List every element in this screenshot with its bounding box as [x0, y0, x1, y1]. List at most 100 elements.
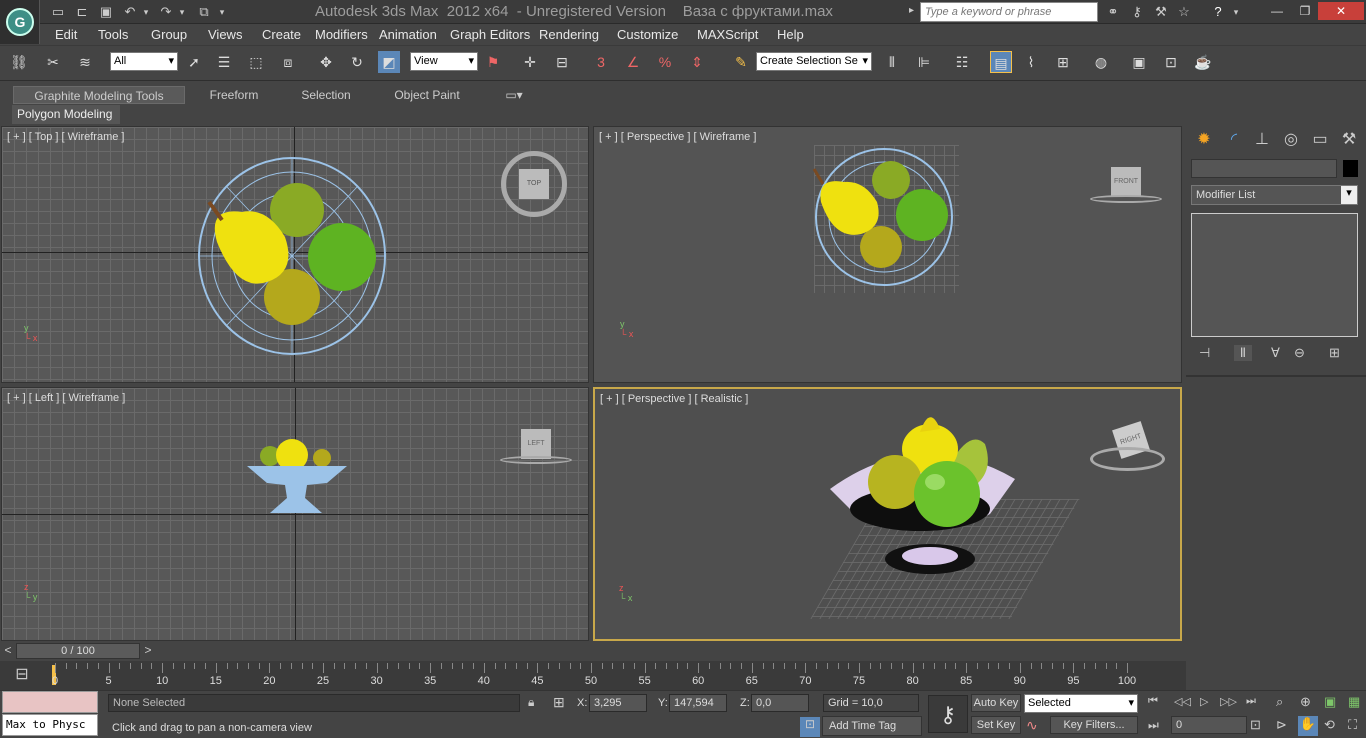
tab-selection[interactable]: Selection	[288, 86, 364, 104]
viewcube-top[interactable]: TOP	[519, 169, 549, 199]
pan-view-icon[interactable]: ✋	[1298, 716, 1318, 736]
set-key-button[interactable]: Set Key	[971, 716, 1021, 734]
keyboard-shortcut-icon[interactable]: ⊟	[551, 51, 573, 73]
maxscript-input[interactable]: Max to Physc	[2, 714, 98, 736]
subscription-icon[interactable]: ⚒	[1151, 3, 1171, 21]
modifier-stack-list[interactable]	[1191, 213, 1358, 337]
edit-named-selection-icon[interactable]: ✎	[730, 51, 752, 73]
selection-filter-dropdown[interactable]: All	[110, 52, 178, 71]
close-icon[interactable]: ✕	[1318, 2, 1364, 20]
redo-icon[interactable]: ↷	[156, 3, 176, 21]
zoom-icon[interactable]: ⌕	[1276, 694, 1283, 710]
tab-graphite-modeling-tools[interactable]: Graphite Modeling Tools	[13, 86, 185, 104]
viewcube-front-ring[interactable]	[1090, 195, 1162, 203]
remove-modifier-icon[interactable]: ⊖	[1294, 345, 1305, 361]
slider-prev-icon[interactable]: <	[2, 643, 14, 659]
menu-customize[interactable]: Customize	[617, 27, 678, 42]
current-frame-field[interactable]: 0	[1171, 716, 1247, 734]
save-file-icon[interactable]: ▣	[96, 3, 116, 21]
auto-key-button[interactable]: Auto Key	[971, 694, 1021, 712]
z-coord-field[interactable]: 0,0	[751, 694, 809, 712]
graphite-toggle-icon[interactable]: ▤	[990, 51, 1012, 73]
object-color-swatch[interactable]	[1343, 160, 1358, 177]
motion-tab-icon[interactable]: ◎	[1279, 129, 1303, 149]
display-tab-icon[interactable]: ▭	[1308, 129, 1332, 149]
open-file-icon[interactable]: ⊏	[72, 3, 92, 21]
align-icon[interactable]: ⊫	[913, 51, 935, 73]
configure-sets-icon[interactable]: ⊞	[1329, 345, 1340, 361]
modifier-list-dropdown[interactable]: Modifier List ▾	[1191, 185, 1358, 205]
select-object-icon[interactable]: ➚	[183, 51, 205, 73]
goto-start-icon[interactable]: ⏮	[1148, 695, 1158, 708]
app-logo-button[interactable]: G	[0, 0, 40, 44]
orbit-icon[interactable]: ⟲	[1324, 717, 1335, 733]
menu-maxscript[interactable]: MAXScript	[697, 27, 758, 42]
unlink-icon[interactable]: ✂	[42, 51, 64, 73]
new-file-icon[interactable]: ▭	[48, 3, 68, 21]
tab-freeform[interactable]: Freeform	[195, 86, 273, 104]
spinner-snap-icon[interactable]: ⇕	[686, 51, 708, 73]
keyword-search-input[interactable]: Type a keyword or phrase	[920, 2, 1098, 22]
object-name-field[interactable]	[1191, 159, 1337, 178]
show-end-result-icon[interactable]: Ⅱ	[1234, 345, 1252, 361]
field-of-view-icon[interactable]: ⊳	[1276, 717, 1287, 733]
default-tangent-icon[interactable]: ∿	[1026, 717, 1038, 734]
rotate-icon[interactable]: ↻	[346, 51, 368, 73]
undo-icon[interactable]: ↶	[120, 3, 140, 21]
menu-modifiers[interactable]: Modifiers	[315, 27, 368, 42]
create-tab-icon[interactable]: ✹	[1192, 129, 1216, 149]
select-manipulate-icon[interactable]: ✛	[519, 51, 541, 73]
zoom-all-icon[interactable]: ⊕	[1300, 694, 1311, 710]
reference-coord-dropdown[interactable]: View	[410, 52, 478, 71]
bind-spacewarp-icon[interactable]: ≋	[74, 51, 96, 73]
percent-snap-icon[interactable]: %	[654, 51, 676, 73]
utilities-tab-icon[interactable]: ⚒	[1337, 129, 1361, 149]
key-mode-toggle-icon[interactable]: ⏭	[1148, 718, 1159, 733]
favorites-star-icon[interactable]: ☆	[1174, 3, 1194, 21]
slider-next-icon[interactable]: >	[142, 643, 154, 659]
viewcube-left[interactable]: LEFT	[521, 429, 551, 459]
tab-object-paint[interactable]: Object Paint	[380, 86, 474, 104]
viewport-persp-wire[interactable]: [ + ] [ Perspective ] [ Wireframe ] FRON…	[593, 126, 1182, 383]
mini-curve-editor-icon[interactable]: ⊟	[4, 664, 40, 686]
mirror-icon[interactable]: ⫴	[881, 51, 903, 73]
menu-help[interactable]: Help	[777, 27, 804, 42]
undo-dropdown-icon[interactable]: ▾	[140, 3, 152, 21]
menu-tools[interactable]: Tools	[98, 27, 128, 42]
help-dropdown-icon[interactable]: ▾	[1230, 3, 1242, 21]
viewport-left[interactable]: [ + ] [ Left ] [ Wireframe ] LEFT z └ y	[1, 387, 589, 641]
panel-polygon-modeling[interactable]: Polygon Modeling	[12, 105, 120, 124]
rectangular-selection-icon[interactable]: ⬚	[245, 51, 267, 73]
key-icon[interactable]: ⚷	[1127, 3, 1147, 21]
viewport-persp-realistic[interactable]: [ + ] [ Perspective ] [ Realistic ] RIGH…	[593, 387, 1182, 641]
binoculars-icon[interactable]: ⚭	[1103, 3, 1123, 21]
time-slider-thumb[interactable]: 0 / 100	[16, 643, 140, 659]
curve-editor-icon[interactable]: ⌇	[1020, 51, 1042, 73]
help-icon[interactable]: ?	[1208, 3, 1228, 21]
make-unique-icon[interactable]: ∀	[1271, 345, 1280, 361]
viewcube-left-ring[interactable]	[500, 456, 572, 464]
viewcube-right-ring[interactable]	[1090, 447, 1165, 471]
material-editor-icon[interactable]: ◍	[1090, 51, 1112, 73]
menu-graph-editors[interactable]: Graph Editors	[450, 27, 530, 42]
rendered-frame-icon[interactable]: ⊡	[1160, 51, 1182, 73]
render-production-icon[interactable]: ☕	[1192, 51, 1214, 73]
maxscript-listener-field[interactable]	[2, 691, 98, 713]
absolute-mode-icon[interactable]: ⊞	[553, 694, 565, 711]
maximize-viewport-icon[interactable]: ⛶	[1348, 717, 1357, 733]
redo-dropdown-icon[interactable]: ▾	[176, 3, 188, 21]
viewport-top-label[interactable]: [ + ] [ Top ] [ Wireframe ]	[7, 131, 124, 143]
menu-views[interactable]: Views	[208, 27, 242, 42]
angle-snap-icon[interactable]: ∠	[622, 51, 644, 73]
project-folder-icon[interactable]: ⧉	[194, 3, 214, 21]
named-selection-dropdown[interactable]: Create Selection Se	[756, 52, 872, 71]
move-icon[interactable]: ✥	[315, 51, 337, 73]
x-coord-field[interactable]: 3,295	[589, 694, 647, 712]
snap-toggle-icon[interactable]: 3	[590, 51, 612, 73]
ribbon-options-icon[interactable]: ▭▾	[500, 86, 528, 104]
previous-frame-icon[interactable]: ◁◁	[1174, 695, 1191, 708]
menu-edit[interactable]: Edit	[55, 27, 77, 42]
scale-icon[interactable]: ◩	[378, 51, 400, 73]
zoom-extents-icon[interactable]: ▣	[1324, 694, 1336, 710]
select-by-name-icon[interactable]: ☰	[213, 51, 235, 73]
